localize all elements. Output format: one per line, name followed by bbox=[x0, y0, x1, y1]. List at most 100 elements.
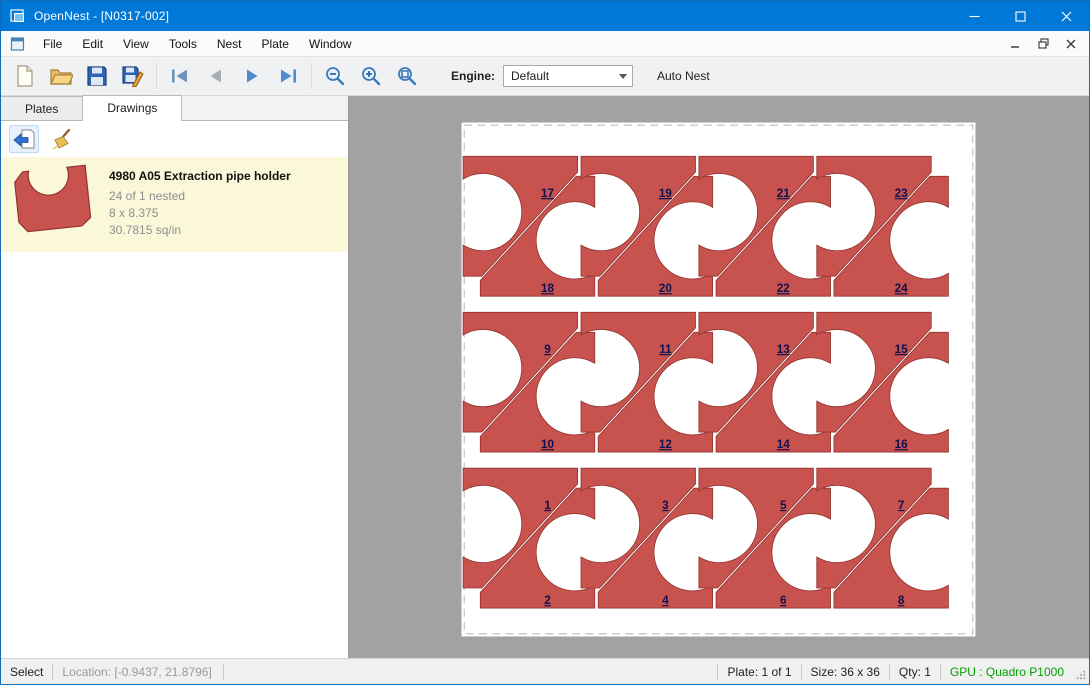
part-number-label: 23 bbox=[895, 187, 909, 200]
zoom-fit-icon bbox=[396, 65, 418, 87]
part-number-label: 17 bbox=[541, 187, 554, 200]
status-separator bbox=[223, 664, 224, 680]
main-toolbar: Engine: Default Auto Nest bbox=[1, 57, 1089, 96]
resize-grip[interactable] bbox=[1073, 659, 1089, 684]
part-number-label: 18 bbox=[541, 282, 555, 295]
drawing-title: 4980 A05 Extraction pipe holder bbox=[109, 169, 291, 183]
drawing-area: 30.7815 sq/in bbox=[109, 223, 291, 237]
mdi-window-controls bbox=[1003, 34, 1089, 54]
open-button[interactable] bbox=[43, 60, 79, 92]
clean-button[interactable] bbox=[47, 125, 77, 153]
status-size: Size: 36 x 36 bbox=[802, 665, 889, 679]
zoom-in-button[interactable] bbox=[353, 60, 389, 92]
part-number-label: 5 bbox=[780, 499, 787, 512]
first-plate-button[interactable] bbox=[162, 60, 198, 92]
menu-plate[interactable]: Plate bbox=[252, 33, 299, 55]
status-qty: Qty: 1 bbox=[890, 665, 940, 679]
save-as-button[interactable] bbox=[115, 60, 151, 92]
part-number-label: 21 bbox=[777, 187, 791, 200]
part-number-label: 19 bbox=[659, 187, 673, 200]
document-icon bbox=[10, 37, 26, 51]
open-folder-icon bbox=[49, 65, 73, 87]
tab-plates[interactable]: Plates bbox=[1, 96, 83, 120]
part-number-label: 10 bbox=[541, 438, 555, 451]
nest-canvas[interactable]: 171819202122232491011121314151612345678 bbox=[349, 96, 1089, 658]
save-icon bbox=[86, 65, 108, 87]
new-button[interactable] bbox=[7, 60, 43, 92]
next-plate-button[interactable] bbox=[234, 60, 270, 92]
minimize-button[interactable] bbox=[951, 1, 997, 31]
mdi-close-button[interactable] bbox=[1059, 34, 1083, 54]
drawing-meta: 4980 A05 Extraction pipe holder 24 of 1 … bbox=[109, 167, 291, 240]
menu-edit[interactable]: Edit bbox=[72, 33, 113, 55]
drawing-size: 8 x 8.375 bbox=[109, 206, 291, 220]
zoom-in-icon bbox=[360, 65, 382, 87]
auto-nest-button[interactable]: Auto Nest bbox=[649, 64, 718, 88]
menu-nest[interactable]: Nest bbox=[207, 33, 252, 55]
mdi-restore-button[interactable] bbox=[1031, 34, 1055, 54]
previous-plate-button[interactable] bbox=[198, 60, 234, 92]
chevron-down-icon[interactable] bbox=[614, 66, 632, 86]
nav-first-icon bbox=[170, 68, 190, 84]
mdi-minimize-button[interactable] bbox=[1003, 34, 1027, 54]
zoom-out-icon bbox=[324, 65, 346, 87]
part-number-label: 14 bbox=[777, 438, 791, 451]
new-icon bbox=[14, 64, 36, 88]
sidebar: Plates Drawings bbox=[1, 96, 349, 658]
part-number-label: 13 bbox=[777, 343, 791, 356]
status-plate: Plate: 1 of 1 bbox=[718, 665, 800, 679]
zoom-fit-button[interactable] bbox=[389, 60, 425, 92]
engine-select[interactable]: Default bbox=[503, 65, 633, 87]
drawing-list-item[interactable]: 4980 A05 Extraction pipe holder 24 of 1 … bbox=[1, 157, 348, 252]
titlebar: OpenNest - [N0317-002] bbox=[1, 1, 1089, 31]
menubar: File Edit View Tools Nest Plate Window bbox=[1, 31, 1089, 57]
part-number-label: 7 bbox=[898, 499, 905, 512]
part-number-label: 24 bbox=[895, 282, 909, 295]
window-controls bbox=[951, 1, 1089, 31]
replace-drawing-icon bbox=[12, 128, 36, 150]
status-mode: Select bbox=[1, 665, 52, 679]
app-icon bbox=[10, 8, 26, 24]
part-number-label: 9 bbox=[544, 343, 551, 356]
engine-value: Default bbox=[504, 69, 614, 83]
app-window: OpenNest - [N0317-002] File Edit View To… bbox=[0, 0, 1090, 685]
part-number-label: 12 bbox=[659, 438, 673, 451]
part-number-label: 15 bbox=[895, 343, 909, 356]
nav-prev-icon bbox=[206, 68, 226, 84]
part-number-label: 16 bbox=[895, 438, 909, 451]
engine-label: Engine: bbox=[451, 69, 495, 83]
nav-next-icon bbox=[242, 68, 262, 84]
menu-file[interactable]: File bbox=[33, 33, 72, 55]
part-number-label: 6 bbox=[780, 594, 787, 607]
sidebar-tabs: Plates Drawings bbox=[1, 96, 348, 121]
window-title: OpenNest - [N0317-002] bbox=[34, 9, 169, 23]
menu-view[interactable]: View bbox=[113, 33, 159, 55]
tab-drawings[interactable]: Drawings bbox=[82, 95, 182, 121]
nav-last-icon bbox=[278, 68, 298, 84]
part-number-label: 2 bbox=[544, 594, 551, 607]
status-gpu: GPU : Quadro P1000 bbox=[941, 665, 1073, 679]
sidebar-toolbar bbox=[1, 121, 348, 157]
plate-svg[interactable]: 171819202122232491011121314151612345678 bbox=[461, 122, 976, 637]
menu-window[interactable]: Window bbox=[299, 33, 362, 55]
last-plate-button[interactable] bbox=[270, 60, 306, 92]
save-button[interactable] bbox=[79, 60, 115, 92]
part-number-label: 11 bbox=[659, 343, 672, 356]
maximize-button[interactable] bbox=[997, 1, 1043, 31]
drawing-nested-count: 24 of 1 nested bbox=[109, 189, 291, 203]
part-number-label: 3 bbox=[662, 499, 669, 512]
toolbar-separator bbox=[156, 63, 157, 89]
replace-drawing-button[interactable] bbox=[9, 125, 39, 153]
status-location: Location: [-0.9437, 21.8796] bbox=[53, 665, 223, 679]
zoom-out-button[interactable] bbox=[317, 60, 353, 92]
part-number-label: 20 bbox=[659, 282, 673, 295]
part-number-label: 8 bbox=[898, 594, 905, 607]
content-area: Plates Drawings bbox=[1, 96, 1089, 658]
close-button[interactable] bbox=[1043, 1, 1089, 31]
part-number-label: 4 bbox=[662, 594, 669, 607]
part-number-label: 1 bbox=[544, 499, 551, 512]
menu-tools[interactable]: Tools bbox=[159, 33, 207, 55]
statusbar: Select Location: [-0.9437, 21.8796] Plat… bbox=[1, 658, 1089, 684]
save-as-icon bbox=[121, 65, 145, 87]
clean-broom-icon bbox=[50, 128, 74, 150]
